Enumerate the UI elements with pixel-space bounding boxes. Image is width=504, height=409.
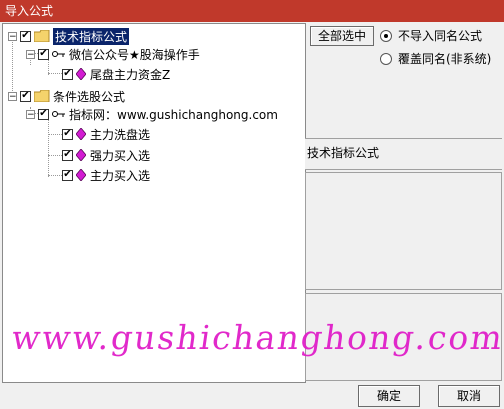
checkbox[interactable]: ✔: [38, 48, 49, 60]
tree-node-wechat[interactable]: − ✔ 微信公众号★股海操作手: [26, 45, 200, 63]
formula-gem-icon: [76, 149, 86, 161]
description-panel: [305, 172, 502, 290]
tree-node-formula[interactable]: ✔ 强力买入选: [62, 146, 150, 164]
checkbox[interactable]: ✔: [62, 68, 73, 80]
checkbox[interactable]: ✔: [20, 90, 31, 102]
tree-node-technical-indicators[interactable]: − ✔ 技术指标公式: [8, 27, 130, 45]
formula-tree[interactable]: − ✔ 技术指标公式 − ✔ 微信公众号★股海操作手 ✔ 尾盘主力资金Z − ✔…: [2, 23, 306, 383]
tree-node-label: 主力买入选: [90, 168, 151, 183]
collapse-toggle[interactable]: −: [26, 109, 35, 119]
collapse-toggle[interactable]: −: [8, 91, 17, 101]
checkbox[interactable]: ✔: [20, 30, 31, 42]
radio-label: 覆盖同名(非系统): [398, 52, 492, 66]
tree-node-label: 强力买入选: [90, 148, 151, 163]
collapse-toggle[interactable]: −: [26, 49, 35, 59]
tree-node-label: 尾盘主力资金Z: [90, 67, 171, 82]
formula-gem-icon: [76, 68, 86, 80]
cancel-button[interactable]: 取消: [438, 385, 500, 407]
tree-node-indicator-site[interactable]: − ✔ 指标网：www.gushichanghong.com: [26, 105, 278, 123]
radio-indicator[interactable]: [380, 29, 392, 42]
select-all-button[interactable]: 全部选中: [310, 26, 374, 46]
key-icon: [52, 51, 65, 57]
checkbox[interactable]: ✔: [38, 108, 49, 120]
category-display: 技术指标公式: [305, 138, 502, 170]
tree-node-label: 微信公众号★股海操作手: [69, 47, 200, 62]
tree-node-label: 条件选股公式: [53, 89, 126, 104]
tree-node-formula[interactable]: ✔ 尾盘主力资金Z: [62, 65, 170, 83]
folder-icon: [34, 90, 50, 102]
key-icon: [52, 111, 65, 117]
radio-label: 不导入同名公式: [398, 29, 483, 43]
checkbox[interactable]: ✔: [62, 169, 73, 181]
radio-skip-duplicates[interactable]: 不导入同名公式: [380, 27, 482, 44]
ok-button[interactable]: 确定: [358, 385, 420, 407]
collapse-toggle[interactable]: −: [8, 31, 17, 41]
folder-icon: [34, 30, 50, 42]
radio-overwrite-duplicates[interactable]: 覆盖同名(非系统): [380, 50, 491, 67]
tree-node-label: 技术指标公式: [53, 27, 130, 45]
checkbox[interactable]: ✔: [62, 128, 73, 140]
title-bar: 导入公式: [0, 0, 504, 22]
tree-node-formula[interactable]: ✔ 主力洗盘选: [62, 125, 150, 143]
window-title: 导入公式: [5, 4, 54, 18]
tree-node-label: 主力洗盘选: [90, 127, 151, 142]
tree-node-formula[interactable]: ✔ 主力买入选: [62, 166, 150, 184]
formula-gem-icon: [76, 128, 86, 140]
radio-indicator[interactable]: [380, 52, 392, 65]
formula-gem-icon: [76, 169, 86, 181]
category-label: 技术指标公式: [307, 146, 380, 160]
tree-node-label: 指标网：www.gushichanghong.com: [69, 107, 278, 122]
checkbox[interactable]: ✔: [62, 149, 73, 161]
tree-node-stock-selection[interactable]: − ✔ 条件选股公式: [8, 87, 125, 105]
preview-panel: [305, 293, 502, 381]
